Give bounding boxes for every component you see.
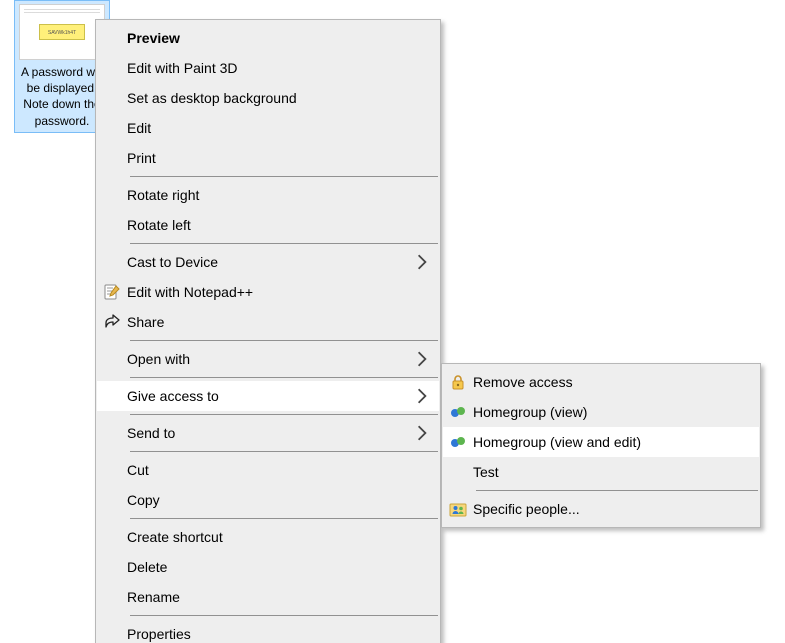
menu-item-label: Edit with Notepad++ (127, 284, 413, 300)
file-thumbnail: SAVWk1h4T (19, 4, 105, 60)
icon-slot-empty (97, 113, 127, 143)
menu-item-label: Share (127, 314, 413, 330)
menu-item-label: Properties (127, 626, 413, 642)
menu-item-label: Open with (127, 351, 413, 367)
share-icon (97, 307, 127, 337)
menu-item-label: Copy (127, 492, 413, 508)
icon-slot-empty (97, 247, 127, 277)
submenu-arrow-icon (413, 350, 431, 368)
menu-item-specific-people[interactable]: Specific people... (443, 494, 759, 524)
icon-slot-empty (97, 455, 127, 485)
menu-item-create-shortcut[interactable]: Create shortcut (97, 522, 439, 552)
menu-item-label: Give access to (127, 388, 413, 404)
file-thumb-text: SAVWk1h4T (39, 24, 85, 40)
menu-item-share[interactable]: Share (97, 307, 439, 337)
menu-separator (130, 451, 438, 452)
menu-item-label: Send to (127, 425, 413, 441)
people-icon (443, 494, 473, 524)
menu-item-copy[interactable]: Copy (97, 485, 439, 515)
menu-item-remove-access[interactable]: Remove access (443, 367, 759, 397)
homegroup-icon (443, 427, 473, 457)
menu-item-label: Set as desktop background (127, 90, 413, 106)
menu-item-label: Create shortcut (127, 529, 413, 545)
icon-slot-empty (97, 619, 127, 643)
menu-item-label: Rotate left (127, 217, 413, 233)
menu-item-rotate-left[interactable]: Rotate left (97, 210, 439, 240)
icon-slot-empty (97, 143, 127, 173)
menu-item-give-access-to[interactable]: Give access to (97, 381, 439, 411)
menu-item-label: Cast to Device (127, 254, 413, 270)
submenu-arrow-icon (413, 387, 431, 405)
menu-item-edit[interactable]: Edit (97, 113, 439, 143)
menu-item-properties[interactable]: Properties (97, 619, 439, 643)
menu-separator (476, 490, 758, 491)
menu-item-cast-to-device[interactable]: Cast to Device (97, 247, 439, 277)
menu-separator (130, 518, 438, 519)
menu-item-rotate-right[interactable]: Rotate right (97, 180, 439, 210)
icon-slot-empty (97, 381, 127, 411)
icon-slot-empty (97, 485, 127, 515)
menu-item-label: Delete (127, 559, 413, 575)
menu-item-label: Rotate right (127, 187, 413, 203)
give-access-to-submenu: Remove access Homegroup (view) Homegroup (… (441, 363, 761, 528)
menu-item-open-with[interactable]: Open with (97, 344, 439, 374)
menu-item-rename[interactable]: Rename (97, 582, 439, 612)
menu-separator (130, 377, 438, 378)
menu-item-send-to[interactable]: Send to (97, 418, 439, 448)
menu-item-print[interactable]: Print (97, 143, 439, 173)
menu-item-label: Remove access (473, 374, 733, 390)
menu-item-delete[interactable]: Delete (97, 552, 439, 582)
icon-slot-empty (97, 552, 127, 582)
menu-item-label: Print (127, 150, 413, 166)
menu-separator (130, 414, 438, 415)
icon-slot-empty (97, 23, 127, 53)
submenu-arrow-icon (413, 253, 431, 271)
menu-separator (130, 615, 438, 616)
icon-slot-empty (97, 210, 127, 240)
menu-separator (130, 243, 438, 244)
menu-item-label: Preview (127, 30, 413, 46)
menu-item-preview[interactable]: Preview (97, 23, 439, 53)
icon-slot-empty (97, 344, 127, 374)
menu-item-homegroup-view-and-edit[interactable]: Homegroup (view and edit) (443, 427, 759, 457)
menu-item-label: Edit (127, 120, 413, 136)
menu-item-edit-with-notepad[interactable]: Edit with Notepad++ (97, 277, 439, 307)
homegroup-icon (443, 397, 473, 427)
context-menu: Preview Edit with Paint 3D Set as desktop … (95, 19, 441, 643)
menu-item-set-as-desktop-background[interactable]: Set as desktop background (97, 83, 439, 113)
file-label: A password will be displayed. Note down … (17, 64, 107, 129)
icon-slot-empty (97, 582, 127, 612)
menu-separator (130, 176, 438, 177)
menu-item-homegroup-view[interactable]: Homegroup (view) (443, 397, 759, 427)
icon-slot-empty (97, 418, 127, 448)
lock-icon (443, 367, 473, 397)
icon-slot-empty (97, 180, 127, 210)
menu-item-cut[interactable]: Cut (97, 455, 439, 485)
menu-item-label: Rename (127, 589, 413, 605)
menu-item-label: Homegroup (view) (473, 404, 733, 420)
menu-item-label: Cut (127, 462, 413, 478)
menu-item-label: Homegroup (view and edit) (473, 434, 733, 450)
menu-item-test[interactable]: Test (443, 457, 759, 487)
menu-item-label: Edit with Paint 3D (127, 60, 413, 76)
menu-item-edit-with-paint-3d[interactable]: Edit with Paint 3D (97, 53, 439, 83)
icon-slot-empty (97, 522, 127, 552)
icon-slot-empty (97, 53, 127, 83)
icon-slot-empty (97, 83, 127, 113)
notepad-plus-icon (97, 277, 127, 307)
submenu-arrow-icon (413, 424, 431, 442)
icon-slot-empty (443, 457, 473, 487)
menu-item-label: Specific people... (473, 501, 733, 517)
menu-separator (130, 340, 438, 341)
menu-item-label: Test (473, 464, 733, 480)
